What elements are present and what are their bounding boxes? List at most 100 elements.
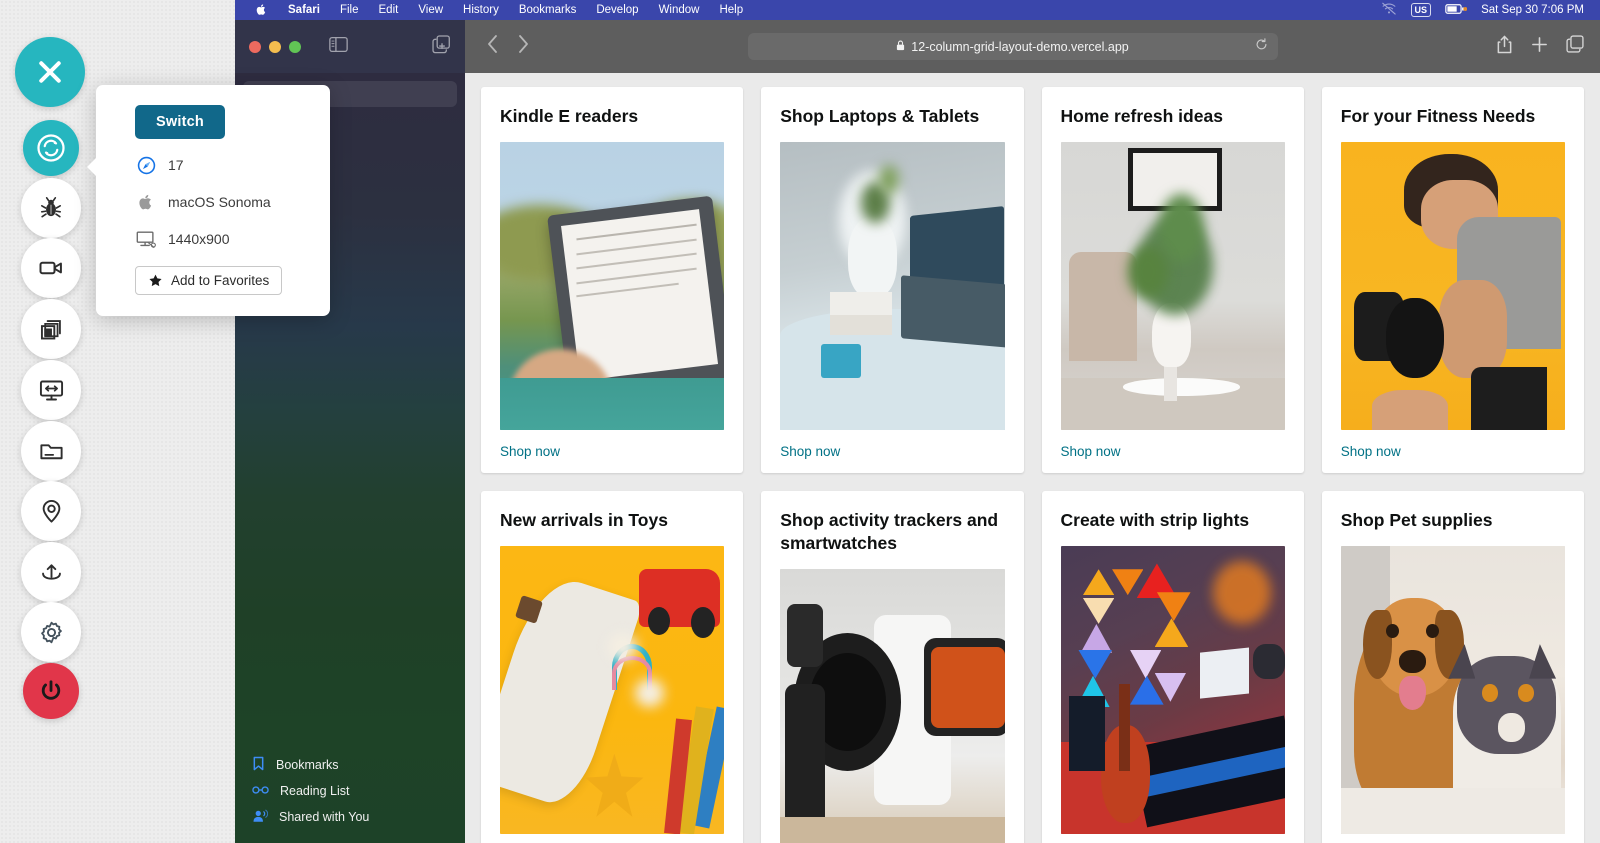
gear-icon — [40, 621, 62, 643]
glasses-icon — [252, 784, 269, 799]
menu-item-bookmarks[interactable]: Bookmarks — [509, 4, 587, 16]
card[interactable]: Shop activity trackers and smartwatches — [761, 491, 1024, 843]
shop-now-link[interactable]: Shop now — [500, 444, 724, 459]
web-page-content: Kindle E readers Shop now Shop Laptops &… — [465, 73, 1600, 843]
close-icon — [39, 61, 61, 83]
rail-upload-button[interactable] — [21, 542, 81, 602]
toys-flatlay-photo — [500, 546, 725, 835]
star-icon — [149, 274, 162, 287]
monitor-resize-icon — [39, 380, 63, 400]
os-label: macOS Sonoma — [168, 194, 271, 210]
power-icon — [41, 680, 61, 700]
card-title: Create with strip lights — [1060, 510, 1250, 531]
sidebar-bookmarks-label: Bookmarks — [276, 758, 339, 772]
popover-os-row: macOS Sonoma — [135, 191, 330, 213]
smartwatches-photo — [780, 569, 1005, 843]
apple-logo-icon — [135, 191, 157, 213]
input-source-badge[interactable]: US — [1410, 3, 1432, 17]
menu-item-history[interactable]: History — [453, 4, 509, 16]
sidebar-bottom-items: Bookmarks Reading List Shared with You — [235, 752, 465, 830]
card[interactable]: Shop Laptops & Tablets Shop now — [761, 87, 1024, 474]
rail-power-button[interactable] — [23, 663, 79, 719]
card-title: Kindle E readers — [500, 106, 639, 126]
window-traffic-lights — [249, 40, 301, 53]
menu-item-develop[interactable]: Develop — [586, 4, 648, 16]
popover-resolution-row: 1440x900 — [135, 228, 330, 250]
sidebar-item-bookmarks[interactable]: Bookmarks — [252, 752, 448, 778]
apple-menu-icon[interactable] — [245, 3, 278, 17]
menu-item-edit[interactable]: Edit — [369, 4, 409, 16]
card[interactable]: Shop Pet supplies — [1321, 491, 1584, 843]
man-dumbbell-photo — [1340, 142, 1565, 431]
card-title: Home refresh ideas — [1060, 106, 1223, 126]
rail-geolocation-button[interactable] — [21, 481, 81, 541]
shop-now-link[interactable]: Shop now — [1061, 444, 1285, 459]
menu-item-file[interactable]: File — [330, 4, 369, 16]
safari-toolbar: 12-column-grid-layout-demo.vercel.app — [465, 20, 1600, 73]
back-button[interactable] — [487, 35, 499, 58]
add-to-favorites-label: Add to Favorites — [171, 273, 270, 288]
rail-record-video-button[interactable] — [21, 238, 81, 298]
switch-icon — [37, 134, 65, 162]
rail-switch-device-button[interactable] — [23, 120, 79, 176]
card-title: New arrivals in Toys — [500, 510, 668, 531]
screenshot-stack-icon — [40, 319, 61, 339]
browser-version-label: 17 — [168, 157, 184, 173]
macos-screen: Safari File Edit View History Bookmarks … — [235, 0, 1600, 843]
safari-compass-icon — [135, 154, 157, 176]
card-title: For your Fitness Needs — [1340, 106, 1536, 126]
close-window-button[interactable] — [249, 40, 261, 53]
rail-report-bug-button[interactable] — [21, 178, 81, 238]
shop-now-link[interactable]: Shop now — [1341, 444, 1565, 459]
macos-menu-bar: Safari File Edit View History Bookmarks … — [235, 0, 1600, 20]
shop-now-link[interactable]: Shop now — [780, 444, 1004, 459]
safari-titlebar-left — [235, 20, 465, 73]
content-scrollbar[interactable] — [1594, 73, 1600, 843]
card-title: Shop Laptops & Tablets — [780, 106, 980, 126]
zoom-window-button[interactable] — [289, 40, 301, 53]
minimize-window-button[interactable] — [269, 40, 281, 53]
menu-app-name[interactable]: Safari — [278, 4, 330, 16]
share-icon[interactable] — [1496, 35, 1513, 59]
card[interactable]: Kindle E readers Shop now — [481, 87, 744, 474]
wifi-off-icon[interactable] — [1381, 2, 1397, 18]
battery-icon[interactable] — [1445, 2, 1468, 19]
menu-item-help[interactable]: Help — [709, 4, 753, 16]
sidebar-item-shared-with-you[interactable]: Shared with You — [252, 804, 448, 830]
sidebar-reading-list-label: Reading List — [280, 784, 350, 798]
new-tab-group-icon[interactable] — [432, 34, 451, 59]
reload-icon[interactable] — [1255, 37, 1268, 56]
card[interactable]: Create with strip lights — [1041, 491, 1304, 843]
new-tab-button[interactable] — [1531, 36, 1548, 58]
rail-file-upload-button[interactable] — [21, 421, 81, 481]
map-pin-icon — [42, 499, 60, 523]
add-to-favorites-button[interactable]: Add to Favorites — [135, 266, 283, 295]
menu-item-view[interactable]: View — [408, 4, 453, 16]
laptop-desk-photo — [780, 142, 1005, 431]
rail-settings-button[interactable] — [21, 602, 81, 662]
card[interactable]: New arrivals in Toys — [481, 491, 744, 843]
dog-cat-photo — [1340, 546, 1565, 835]
safari-window: 12-column-grid-layout-demo.vercel.app Bo… — [235, 20, 1600, 843]
card-title: Shop Pet supplies — [1340, 510, 1493, 531]
switch-button[interactable]: Switch — [135, 105, 225, 139]
popover-browser-row: 17 — [135, 154, 330, 176]
rail-responsive-button[interactable] — [21, 360, 81, 420]
card[interactable]: For your Fitness Needs Shop now — [1321, 87, 1584, 474]
rail-screenshot-button[interactable] — [21, 299, 81, 359]
menu-item-window[interactable]: Window — [649, 4, 710, 16]
bug-icon — [40, 197, 62, 218]
forward-button[interactable] — [517, 35, 529, 58]
lock-icon — [896, 40, 905, 54]
tab-overview-icon[interactable] — [1566, 35, 1584, 58]
kindle-e-reader-photo — [500, 142, 725, 431]
card[interactable]: Home refresh ideas Shop now — [1041, 87, 1304, 474]
sidebar-shared-label: Shared with You — [279, 810, 370, 824]
strip-lights-room-photo — [1060, 546, 1285, 835]
sidebar-item-reading-list[interactable]: Reading List — [252, 778, 448, 804]
sidebar-toggle-icon[interactable] — [329, 36, 348, 58]
address-bar[interactable]: 12-column-grid-layout-demo.vercel.app — [747, 33, 1278, 60]
menubar-clock[interactable]: Sat Sep 30 7:06 PM — [1481, 4, 1584, 16]
rail-close-button[interactable] — [15, 37, 85, 107]
folder-icon — [39, 443, 63, 459]
